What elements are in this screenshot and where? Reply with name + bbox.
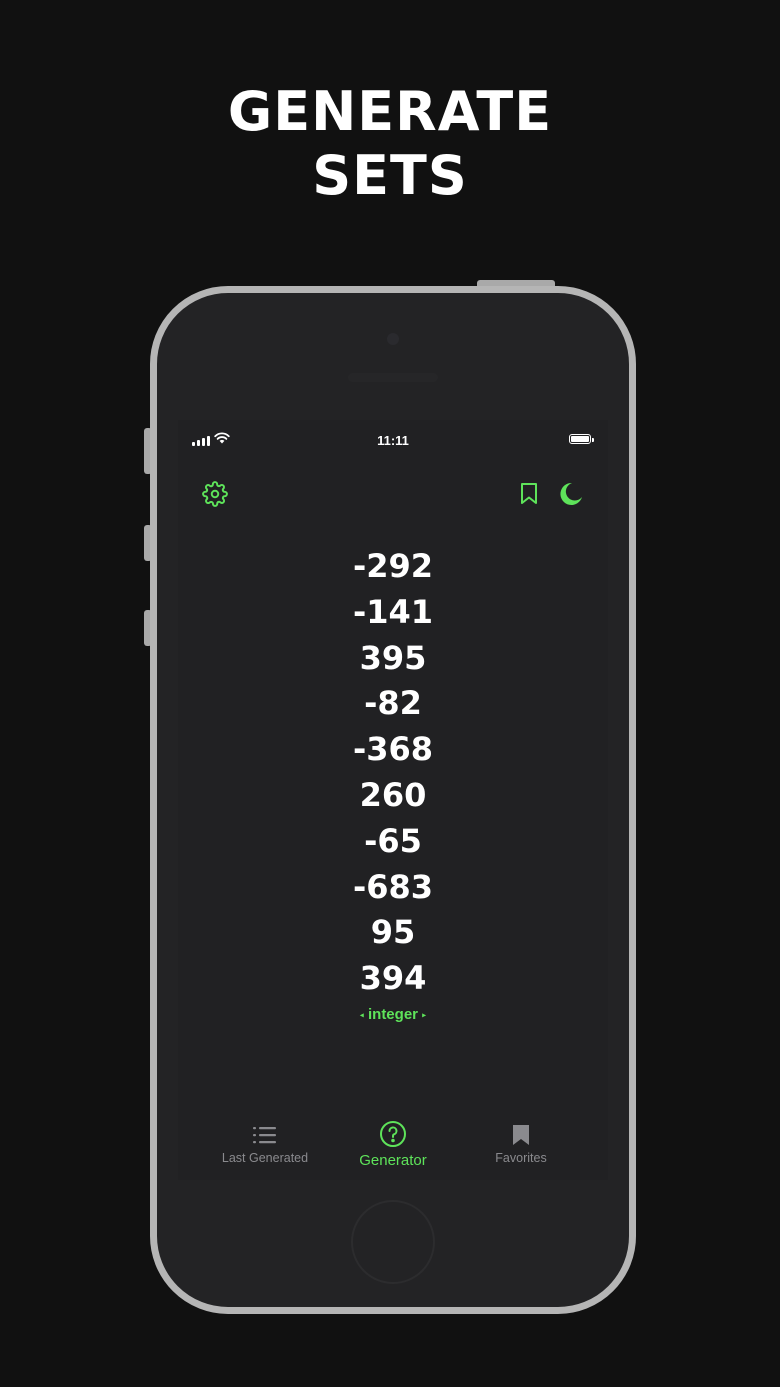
tab-generator[interactable]: Generator xyxy=(323,1120,463,1169)
app-store-screenshot: GENERATE SETS 11:11 -292 -141 395 -82 -3… xyxy=(0,0,780,1387)
generated-number: -82 xyxy=(364,684,422,723)
headline-line-1: GENERATE xyxy=(227,80,553,143)
earpiece-speaker xyxy=(348,373,438,382)
bookmark-filled-icon xyxy=(513,1125,529,1145)
generated-number: -368 xyxy=(352,730,434,769)
question-circle-icon xyxy=(380,1121,406,1147)
status-time: 11:11 xyxy=(377,433,409,448)
tab-label: Generator xyxy=(359,1152,427,1169)
tab-label: Favorites xyxy=(495,1151,547,1165)
status-bar: 11:11 xyxy=(178,420,608,460)
generated-number: 395 xyxy=(359,638,427,677)
previous-type-arrow[interactable]: ◂ xyxy=(360,1011,364,1020)
tab-favorites[interactable]: Favorites xyxy=(451,1124,591,1165)
tab-last-generated[interactable]: Last Generated xyxy=(195,1124,335,1165)
bookmark-icon[interactable] xyxy=(518,482,540,506)
tab-bar: Last Generated Generator Favorites xyxy=(178,1120,608,1180)
number-type-label: integer xyxy=(367,1006,418,1023)
generated-number: 95 xyxy=(370,913,416,952)
generated-numbers-list: -292 -141 395 -82 -368 260 -65 -683 95 3… xyxy=(178,544,608,1002)
next-type-arrow[interactable]: ▸ xyxy=(422,1011,426,1020)
generated-number: 394 xyxy=(359,959,427,998)
number-type-selector[interactable]: ◂ integer ▸ xyxy=(178,1006,608,1023)
headline: GENERATE SETS xyxy=(0,80,780,208)
generated-number: -65 xyxy=(364,821,422,860)
tab-label: Last Generated xyxy=(221,1151,309,1165)
battery-icon xyxy=(569,434,594,444)
app-screen: 11:11 -292 -141 395 -82 -368 260 -65 -68… xyxy=(178,420,608,1180)
moon-icon[interactable] xyxy=(556,480,584,508)
list-icon xyxy=(253,1127,276,1144)
gear-icon[interactable] xyxy=(202,481,228,507)
generated-number: -292 xyxy=(352,547,434,585)
generated-number: -141 xyxy=(352,592,434,631)
generated-number: -683 xyxy=(352,867,434,906)
front-camera xyxy=(387,333,399,345)
home-button xyxy=(351,1200,435,1284)
generated-number: 260 xyxy=(359,775,427,814)
headline-line-2: SETS xyxy=(312,144,468,207)
